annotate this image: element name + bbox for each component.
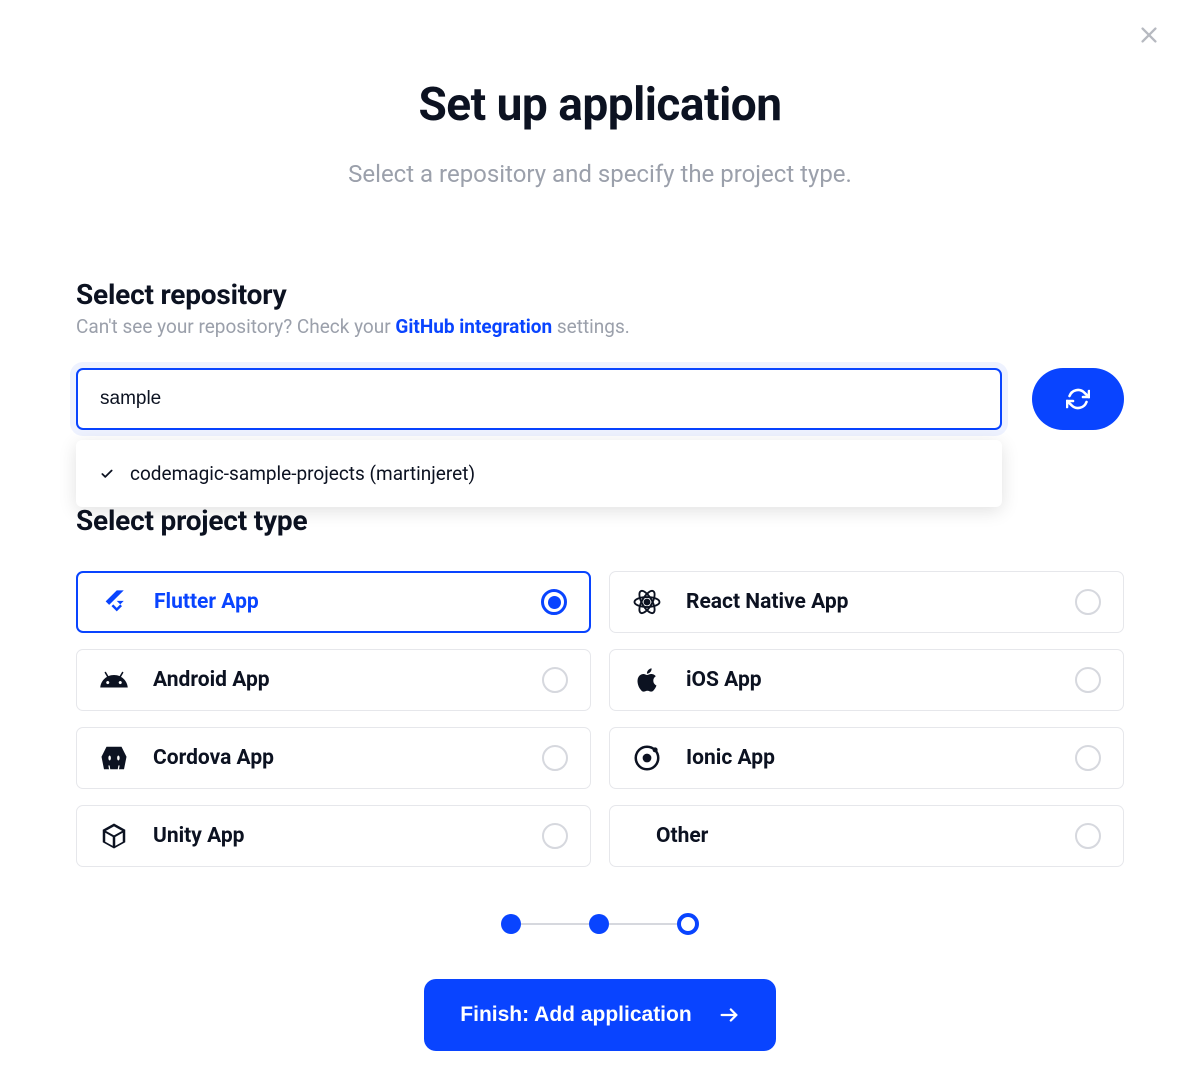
flutter-icon xyxy=(100,587,130,617)
select-project-type-section: Select project type Flutter App React Na… xyxy=(0,504,1200,867)
project-type-unity[interactable]: Unity App xyxy=(76,805,591,867)
project-type-ios[interactable]: iOS App xyxy=(609,649,1124,711)
project-type-label: Other xyxy=(656,824,1051,848)
select-repository-section: Select repository Can't see your reposit… xyxy=(0,278,1200,430)
project-type-label: Unity App xyxy=(153,824,518,848)
repository-option-label: codemagic-sample-projects (martinjeret) xyxy=(130,462,475,485)
step-dot-1 xyxy=(501,914,521,934)
project-type-other[interactable]: Other xyxy=(609,805,1124,867)
refresh-icon xyxy=(1066,387,1090,411)
help-prefix: Can't see your repository? Check your xyxy=(76,315,395,338)
project-type-grid: Flutter App React Native App Android App… xyxy=(76,571,1124,867)
project-type-label: Ionic App xyxy=(686,746,1051,770)
ionic-icon xyxy=(632,743,662,773)
radio-indicator xyxy=(542,745,568,771)
radio-indicator xyxy=(1075,745,1101,771)
step-connector xyxy=(609,923,677,925)
arrow-right-icon xyxy=(718,1004,740,1026)
project-type-label: Cordova App xyxy=(153,746,518,770)
step-connector xyxy=(521,923,589,925)
cordova-icon xyxy=(99,743,129,773)
github-integration-link[interactable]: GitHub integration xyxy=(395,315,552,338)
react-icon xyxy=(632,587,662,617)
project-type-flutter[interactable]: Flutter App xyxy=(76,571,591,633)
radio-indicator xyxy=(541,589,567,615)
finish-add-application-button[interactable]: Finish: Add application xyxy=(424,979,775,1051)
project-type-android[interactable]: Android App xyxy=(76,649,591,711)
project-type-label: Android App xyxy=(153,668,518,692)
project-type-cordova[interactable]: Cordova App xyxy=(76,727,591,789)
step-dot-3 xyxy=(677,913,699,935)
close-icon xyxy=(1138,24,1160,46)
unity-icon xyxy=(99,821,129,851)
section-title-project-type: Select project type xyxy=(76,504,1124,537)
repository-dropdown: codemagic-sample-projects (martinjeret) xyxy=(76,440,1002,507)
repository-search-input[interactable] xyxy=(76,368,1002,430)
radio-indicator xyxy=(542,823,568,849)
section-title-repository: Select repository xyxy=(76,278,1124,311)
repository-option[interactable]: codemagic-sample-projects (martinjeret) xyxy=(76,448,1002,499)
project-type-ionic[interactable]: Ionic App xyxy=(609,727,1124,789)
android-icon xyxy=(99,665,129,695)
finish-button-label: Finish: Add application xyxy=(460,1003,691,1027)
project-type-label: Flutter App xyxy=(154,590,517,614)
help-suffix: settings. xyxy=(552,315,630,338)
progress-stepper xyxy=(0,913,1200,935)
check-icon xyxy=(100,467,114,481)
page-subtitle: Select a repository and specify the proj… xyxy=(0,160,1200,188)
repository-combobox: codemagic-sample-projects (martinjeret) xyxy=(76,368,1002,430)
radio-indicator xyxy=(1075,589,1101,615)
radio-indicator xyxy=(542,667,568,693)
step-dot-2 xyxy=(589,914,609,934)
refresh-button[interactable] xyxy=(1032,368,1124,430)
close-button[interactable] xyxy=(1138,24,1160,50)
project-type-react-native[interactable]: React Native App xyxy=(609,571,1124,633)
page-title: Set up application xyxy=(0,78,1200,132)
project-type-label: React Native App xyxy=(686,590,1051,614)
radio-indicator xyxy=(1075,667,1101,693)
apple-icon xyxy=(632,665,662,695)
project-type-label: iOS App xyxy=(686,668,1051,692)
help-text: Can't see your repository? Check your Gi… xyxy=(76,315,1124,338)
radio-indicator xyxy=(1075,823,1101,849)
dialog-header: Set up application Select a repository a… xyxy=(0,0,1200,188)
